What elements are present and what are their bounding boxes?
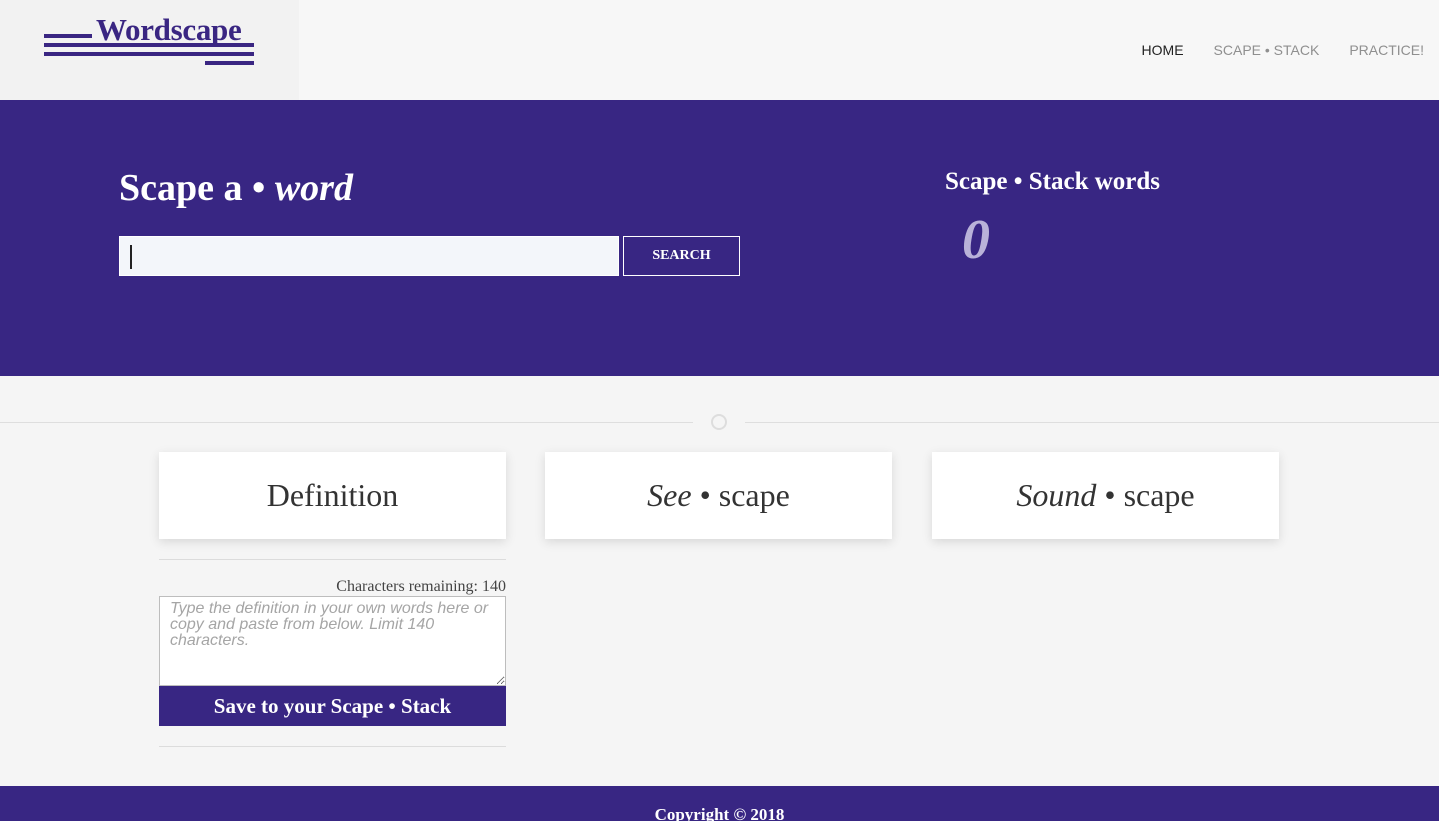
top-navbar: Wordscape HOME SCAPE • STACK PRACTICE!: [0, 0, 1439, 100]
sound-scape-card[interactable]: Sound • scape: [932, 452, 1279, 539]
word-search-input[interactable]: [119, 236, 619, 276]
sound-scape-em: Sound: [1016, 477, 1097, 513]
save-to-stack-button[interactable]: Save to your Scape • Stack: [159, 686, 506, 726]
divider-circle-icon: [711, 414, 727, 430]
search-button[interactable]: SEARCH: [623, 236, 740, 276]
hero-search-section: Scape a • word SEARCH Scape • Stack word…: [0, 100, 1439, 376]
nav-scape-stack[interactable]: SCAPE • STACK: [1214, 42, 1320, 58]
text-caret: [130, 245, 132, 269]
sound-scape-card-title: Sound • scape: [1016, 477, 1194, 514]
definition-bottom-rule: [159, 746, 506, 747]
main-nav: HOME SCAPE • STACK PRACTICE!: [1142, 0, 1424, 100]
see-scape-card[interactable]: See • scape: [545, 452, 892, 539]
characters-remaining: Characters remaining: 140: [336, 578, 506, 595]
nav-home[interactable]: HOME: [1142, 42, 1184, 58]
stack-words-title: Scape • Stack words: [945, 168, 1161, 195]
see-scape-rest: • scape: [691, 477, 790, 513]
logo-bar-2: [44, 43, 254, 47]
definition-card-title: Definition: [266, 477, 399, 513]
logo-bar-1: [44, 34, 92, 38]
section-divider-right: [745, 422, 1439, 423]
definition-top-rule: [159, 559, 506, 560]
definition-card[interactable]: Definition: [159, 452, 506, 539]
hero-title-word: word: [274, 167, 353, 209]
logo[interactable]: Wordscape: [0, 0, 299, 100]
copyright-text: Copyright © 2018: [654, 805, 785, 821]
sound-scape-rest: • scape: [1096, 477, 1195, 513]
stack-words-count: 0: [962, 209, 990, 271]
see-scape-em: See: [647, 477, 692, 513]
definition-textarea[interactable]: [159, 596, 506, 686]
see-scape-card-title: See • scape: [647, 477, 790, 514]
logo-bar-4: [205, 61, 254, 65]
nav-practice[interactable]: PRACTICE!: [1349, 42, 1424, 58]
logo-bar-3: [44, 52, 254, 56]
hero-title: Scape a • word: [119, 166, 353, 210]
footer: Copyright © 2018: [0, 786, 1439, 821]
section-divider-left: [0, 422, 693, 423]
hero-title-prefix: Scape a •: [119, 167, 275, 209]
